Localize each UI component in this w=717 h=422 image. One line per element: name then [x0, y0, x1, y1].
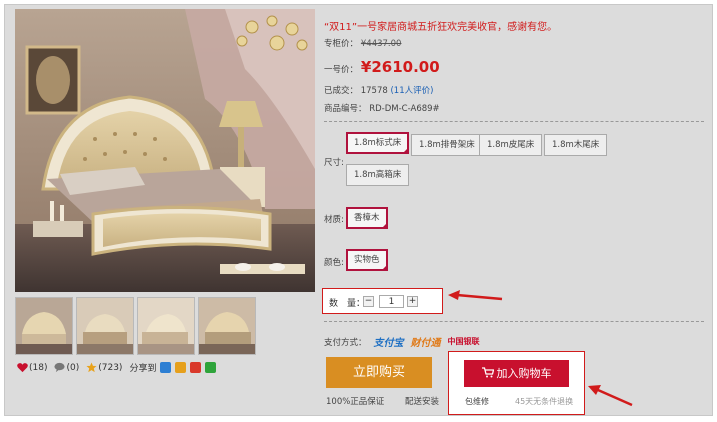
comment-icon — [54, 362, 66, 373]
our-price-value: ¥2610.00 — [360, 58, 440, 76]
guarantee-delivery: 配送安装 — [405, 397, 440, 407]
sold-label: 已成交： — [324, 86, 359, 96]
cart-icon — [481, 367, 494, 378]
quantity-stepper: 数 量： − + — [322, 288, 443, 314]
counter-price-label: 专柜价： — [324, 39, 359, 49]
unionpay-logo: 中国银联 — [447, 337, 480, 346]
like-count: (18) — [29, 362, 48, 373]
quantity-input[interactable] — [379, 295, 404, 308]
our-price-label: 一号价： — [324, 65, 359, 75]
share-wechat-icon[interactable] — [205, 362, 217, 373]
sku-value: RD-DM-C-A689# — [369, 104, 440, 114]
thumbnail-1-image — [16, 298, 72, 354]
counter-price-row: 专柜价： ¥4437.00 — [324, 37, 401, 49]
alipay-logo: 支付宝 — [373, 338, 404, 349]
comment-group[interactable]: (0) — [54, 362, 79, 373]
size-option-2[interactable]: 1.8m排骨架床 — [411, 134, 483, 156]
thumbnail-3[interactable] — [137, 297, 195, 355]
thumbnail-3-image — [138, 298, 194, 354]
size-label: 尺寸: — [324, 158, 344, 168]
size-option-1[interactable]: 1.8m标式床 — [346, 132, 410, 154]
guarantee-genuine: 100%正品保证 — [326, 397, 385, 407]
quantity-plus-button[interactable]: + — [407, 296, 418, 307]
share-label: 分享到 — [129, 364, 157, 374]
color-label: 颜色: — [324, 258, 344, 268]
payment-label: 支付方式： — [324, 337, 367, 348]
divider-top — [324, 121, 704, 122]
reviews-link[interactable]: (11人评价) — [390, 86, 433, 96]
add-to-cart-panel: 加入购物车 包维修 45天无条件退换 — [448, 351, 585, 415]
tenpay-logo: 财付通 — [410, 338, 441, 349]
share-weibo-icon[interactable] — [190, 362, 202, 373]
counter-price-value: ¥4437.00 — [360, 39, 402, 49]
main-product-image[interactable] — [15, 9, 315, 292]
thumbnail-4[interactable] — [198, 297, 256, 355]
sold-value: 17578 — [360, 86, 388, 96]
color-option-1[interactable]: 实物色 — [346, 249, 388, 271]
thumbnail-2[interactable] — [76, 297, 134, 355]
rating-group[interactable]: (723) — [86, 362, 122, 373]
size-option-5[interactable]: 1.8m高箱床 — [346, 164, 410, 186]
sku-row: 商品编号： RD-DM-C-A689# — [324, 102, 440, 114]
heart-icon — [17, 363, 28, 373]
annotation-arrow-quantity — [448, 290, 503, 301]
cart-note-repair: 包维修 — [465, 397, 489, 406]
star-icon — [86, 362, 97, 373]
thumbnail-1[interactable] — [15, 297, 73, 355]
size-option-3[interactable]: 1.8m皮尾床 — [479, 134, 543, 156]
add-to-cart-label: 加入购物车 — [496, 367, 552, 380]
thumbnail-strip — [15, 297, 256, 355]
rating-count: (723) — [98, 362, 123, 373]
like-group[interactable]: (18) — [17, 362, 47, 373]
annotation-arrow-cart — [588, 385, 633, 407]
material-option-1[interactable]: 香樟木 — [346, 207, 388, 229]
material-label: 材质: — [324, 215, 344, 225]
product-panel: (18) (0) (723) 分享到 “双11”一号家居商城五折狂欢完美收官，感… — [4, 4, 713, 416]
sold-row: 已成交： 17578 (11人评价) — [324, 84, 433, 96]
comment-count: (0) — [66, 362, 80, 373]
thumbnail-4-image — [199, 298, 255, 354]
cart-note-return: 45天无条件退换 — [515, 397, 574, 406]
divider-bottom — [324, 321, 704, 322]
sku-label: 商品编号： — [324, 104, 367, 114]
add-to-cart-button[interactable]: 加入购物车 — [464, 360, 569, 387]
bed-photo — [15, 9, 315, 292]
social-bar: (18) (0) (723) 分享到 — [17, 361, 217, 374]
quantity-label: 数 量： — [329, 299, 366, 309]
share-qzone-icon[interactable] — [160, 362, 172, 373]
quantity-minus-button[interactable]: − — [363, 296, 374, 307]
our-price-row: 一号价： ¥2610.00 — [324, 58, 440, 76]
promo-banner: “双11”一号家居商城五折狂欢完美收官，感谢有您。 — [324, 22, 558, 33]
payment-row: 支付方式： 支付宝 财付通 中国银联 — [324, 334, 480, 349]
size-option-4[interactable]: 1.8m木尾床 — [544, 134, 608, 156]
share-star-icon[interactable] — [175, 362, 187, 373]
thumbnail-2-image — [77, 298, 133, 354]
buy-now-button[interactable]: 立即购买 — [326, 357, 432, 388]
